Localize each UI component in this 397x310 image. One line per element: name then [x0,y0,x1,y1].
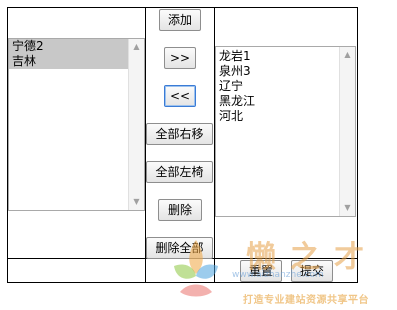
target-list-scrollbar[interactable]: ▲ ▼ [339,47,355,216]
scroll-down-arrow-icon[interactable]: ▼ [129,194,144,210]
move-all-right-button[interactable]: 全部右移 [146,123,213,145]
watermark-url: www.aizhanzhe.com [232,270,324,280]
source-list-scrollbar[interactable]: ▲ ▼ [128,39,144,210]
add-button[interactable]: 添加 [159,9,201,31]
frame-top-border [7,7,358,8]
watermark-logo-icon [174,240,218,297]
list-option[interactable]: 吉林 [9,54,144,69]
list-option[interactable]: 泉州3 [216,64,355,79]
source-list-items: 宁德2 吉林 [9,39,144,69]
scroll-up-arrow-icon[interactable]: ▲ [129,39,144,55]
move-left-button[interactable]: << [164,85,196,107]
delete-button[interactable]: 删除 [158,199,202,221]
watermark-slogan: 打造专业建站资源共享平台 [243,295,369,306]
list-option[interactable]: 辽宁 [216,79,355,94]
target-list-items: 龙岩1 泉州3 辽宁 黑龙江 河北 [216,47,355,124]
move-right-button[interactable]: >> [164,47,196,69]
move-all-left-button[interactable]: 全部左椅 [146,161,213,183]
list-option[interactable]: 黑龙江 [216,94,355,109]
target-listbox[interactable]: 龙岩1 泉州3 辽宁 黑龙江 河北 ▲ ▼ [215,46,356,217]
list-option[interactable]: 宁德2 [9,39,144,54]
list-option[interactable]: 龙岩1 [216,49,355,64]
scroll-down-arrow-icon[interactable]: ▼ [340,200,355,216]
source-listbox[interactable]: 宁德2 吉林 ▲ ▼ [8,38,145,211]
scroll-up-arrow-icon[interactable]: ▲ [340,47,355,63]
list-option[interactable]: 河北 [216,109,355,124]
